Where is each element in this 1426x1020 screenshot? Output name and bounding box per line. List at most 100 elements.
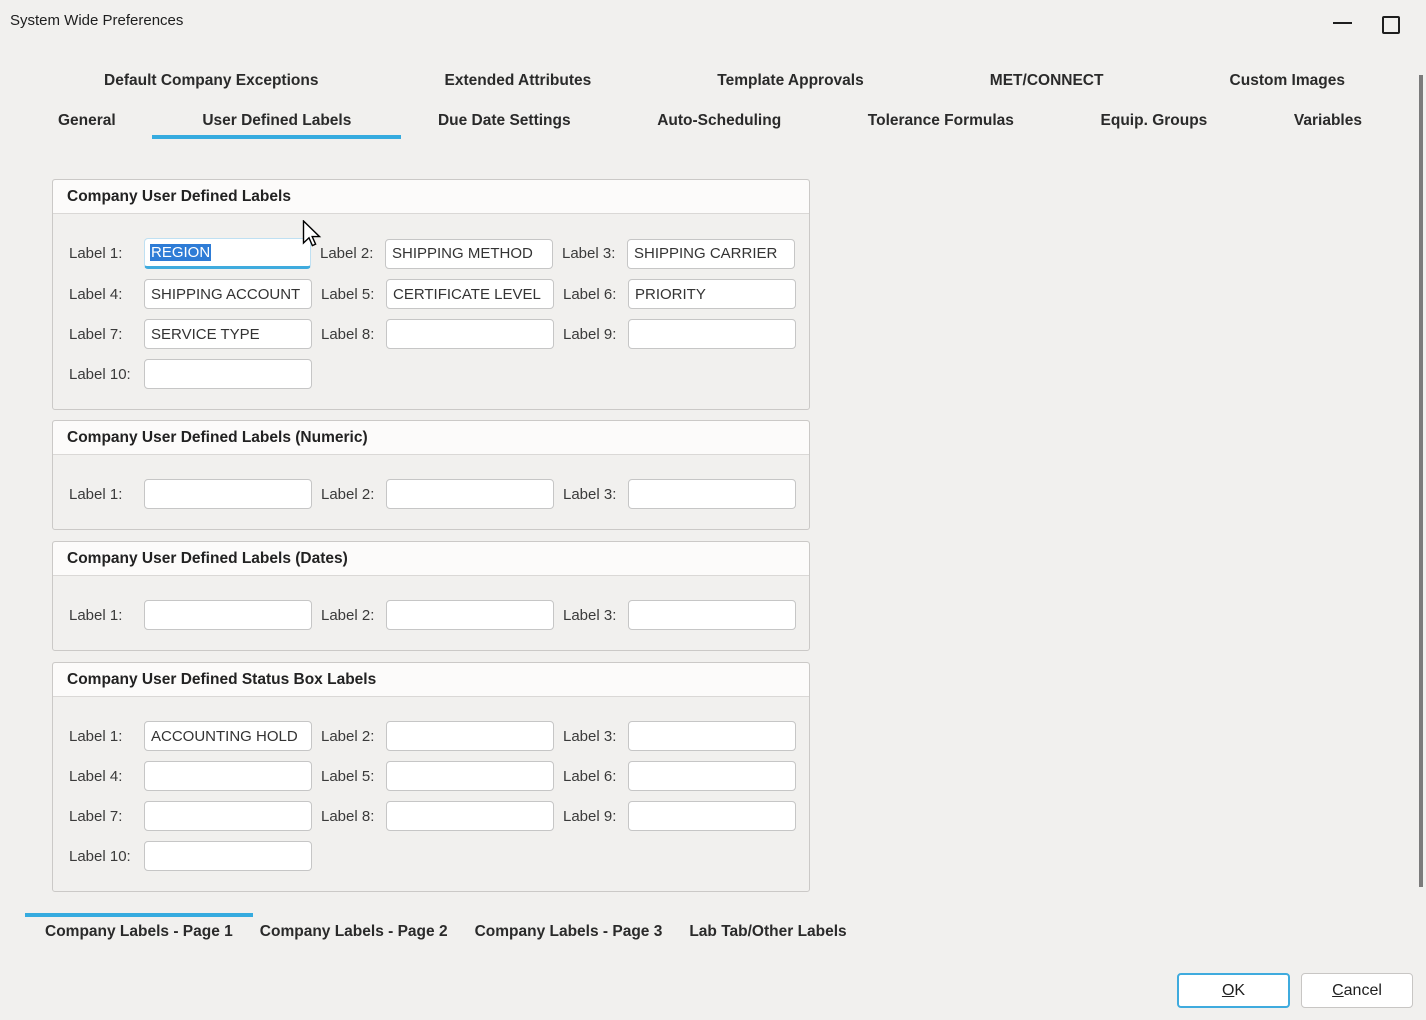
group-company-user-defined-status-box-labels: Company User Defined Status Box Labels L…	[52, 662, 810, 892]
status-label-3-input[interactable]	[628, 721, 796, 751]
tab-template-approvals[interactable]: Template Approvals	[717, 72, 863, 99]
tab-user-defined-labels[interactable]: User Defined Labels	[152, 112, 401, 139]
field-label: Label 2:	[321, 728, 386, 745]
label-9-input[interactable]	[628, 319, 796, 349]
field-label: Label 6:	[563, 286, 628, 303]
label-3-input[interactable]	[627, 239, 795, 269]
field-label: Label 3:	[563, 728, 628, 745]
field-label: Label 8:	[321, 808, 386, 825]
tab-equip-groups[interactable]: Equip. Groups	[1101, 112, 1208, 139]
field-label: Label 4:	[69, 768, 144, 785]
label-1-input[interactable]: REGION	[144, 238, 311, 269]
tab-company-labels-page-3[interactable]: Company Labels - Page 3	[475, 913, 663, 941]
group-title: Company User Defined Labels (Numeric)	[53, 421, 809, 455]
status-label-10-input[interactable]	[144, 841, 312, 871]
field-label: Label 4:	[69, 286, 144, 303]
field-label: Label 2:	[321, 486, 386, 503]
tab-company-labels-page-1[interactable]: Company Labels - Page 1	[25, 913, 253, 941]
status-label-7-input[interactable]	[144, 801, 312, 831]
window-title: System Wide Preferences	[10, 12, 183, 29]
vertical-scrollbar-thumb[interactable]	[1419, 75, 1423, 887]
cancel-button[interactable]: Cancel	[1301, 973, 1413, 1008]
label-4-input[interactable]	[144, 279, 312, 309]
tab-met-connect[interactable]: MET/CONNECT	[990, 72, 1104, 99]
field-row: Label 4: Label 5: Label 6:	[69, 761, 795, 791]
minimize-icon[interactable]	[1333, 22, 1352, 24]
tab-due-date-settings[interactable]: Due Date Settings	[438, 112, 571, 139]
field-label: Label 1:	[69, 486, 144, 503]
group-body: Label 1: Label 2: Label 3:	[53, 455, 809, 529]
status-label-2-input[interactable]	[386, 721, 554, 751]
label-2-input[interactable]	[385, 239, 553, 269]
cancel-mnemonic: C	[1332, 982, 1344, 999]
numeric-label-2-input[interactable]	[386, 479, 554, 509]
field-row: Label 7: Label 8: Label 9:	[69, 801, 795, 831]
field-label: Label 5:	[321, 286, 386, 303]
field-label: Label 3:	[563, 486, 628, 503]
field-label: Label 7:	[69, 808, 144, 825]
field-row: Label 1: REGION Label 2: Label 3:	[69, 238, 795, 269]
field-label: Label 1:	[69, 245, 144, 262]
field-label: Label 3:	[563, 607, 628, 624]
numeric-label-3-input[interactable]	[628, 479, 796, 509]
ok-mnemonic: O	[1222, 982, 1234, 999]
tab-lab-tab-other-labels[interactable]: Lab Tab/Other Labels	[689, 913, 846, 941]
cancel-label-rest: ancel	[1344, 982, 1382, 999]
group-body: Label 1: Label 2: Label 3: Label 4: Labe…	[53, 697, 809, 891]
group-body: Label 1: REGION Label 2: Label 3: Label …	[53, 214, 809, 409]
tab-auto-scheduling[interactable]: Auto-Scheduling	[657, 112, 781, 139]
field-label: Label 10:	[69, 366, 144, 383]
selected-text: REGION	[150, 244, 211, 261]
label-7-input[interactable]	[144, 319, 312, 349]
field-row: Label 7: Label 8: Label 9:	[69, 319, 795, 349]
label-10-input[interactable]	[144, 359, 312, 389]
tab-company-labels-page-2[interactable]: Company Labels - Page 2	[260, 913, 448, 941]
tab-strip-row-2: General User Defined Labels Due Date Set…	[58, 112, 1362, 139]
field-row: Label 4: Label 5: Label 6:	[69, 279, 795, 309]
dates-label-2-input[interactable]	[386, 600, 554, 630]
status-label-1-input[interactable]	[144, 721, 312, 751]
group-company-user-defined-labels: Company User Defined Labels Label 1: REG…	[52, 179, 810, 410]
field-row: Label 10:	[69, 359, 795, 389]
label-8-input[interactable]	[386, 319, 554, 349]
field-row: Label 1: Label 2: Label 3:	[69, 721, 795, 751]
field-label: Label 2:	[321, 607, 386, 624]
group-company-user-defined-labels-numeric: Company User Defined Labels (Numeric) La…	[52, 420, 810, 530]
field-label: Label 1:	[69, 728, 144, 745]
label-5-input[interactable]	[386, 279, 554, 309]
dates-label-1-input[interactable]	[144, 600, 312, 630]
group-title: Company User Defined Status Box Labels	[53, 663, 809, 697]
field-label: Label 9:	[563, 326, 628, 343]
status-label-8-input[interactable]	[386, 801, 554, 831]
ok-label-rest: K	[1234, 982, 1245, 999]
field-row: Label 10:	[69, 841, 795, 871]
group-title: Company User Defined Labels (Dates)	[53, 542, 809, 576]
label-6-input[interactable]	[628, 279, 796, 309]
field-label: Label 6:	[563, 768, 628, 785]
tab-variables[interactable]: Variables	[1294, 112, 1362, 139]
ok-button[interactable]: OK	[1177, 973, 1290, 1008]
status-label-4-input[interactable]	[144, 761, 312, 791]
field-label: Label 5:	[321, 768, 386, 785]
tab-extended-attributes[interactable]: Extended Attributes	[445, 72, 592, 99]
maximize-icon[interactable]	[1382, 16, 1400, 34]
field-label: Label 3:	[562, 245, 627, 262]
field-label: Label 2:	[320, 245, 385, 262]
status-label-6-input[interactable]	[628, 761, 796, 791]
tab-general[interactable]: General	[58, 112, 116, 139]
status-label-9-input[interactable]	[628, 801, 796, 831]
group-company-user-defined-labels-dates: Company User Defined Labels (Dates) Labe…	[52, 541, 810, 651]
field-label: Label 10:	[69, 848, 144, 865]
bottom-tab-strip: Company Labels - Page 1 Company Labels -…	[45, 913, 847, 941]
field-row: Label 1: Label 2: Label 3:	[69, 600, 795, 630]
status-label-5-input[interactable]	[386, 761, 554, 791]
field-label: Label 7:	[69, 326, 144, 343]
tab-custom-images[interactable]: Custom Images	[1230, 72, 1345, 99]
numeric-label-1-input[interactable]	[144, 479, 312, 509]
dates-label-3-input[interactable]	[628, 600, 796, 630]
group-title: Company User Defined Labels	[53, 180, 809, 214]
tab-strip-row-1: Default Company Exceptions Extended Attr…	[104, 72, 1345, 99]
tab-default-company-exceptions[interactable]: Default Company Exceptions	[104, 72, 318, 99]
tab-tolerance-formulas[interactable]: Tolerance Formulas	[868, 112, 1014, 139]
group-body: Label 1: Label 2: Label 3:	[53, 576, 809, 650]
